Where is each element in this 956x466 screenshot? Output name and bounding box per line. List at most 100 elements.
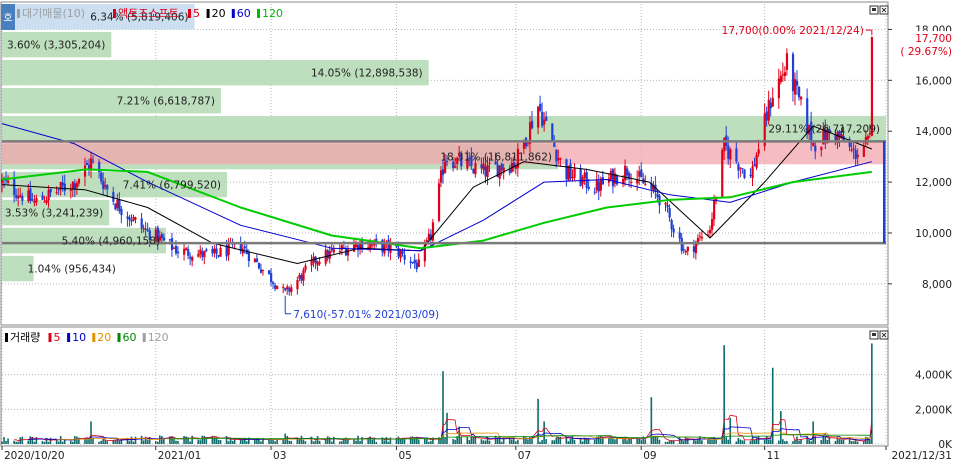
volume-bar [217, 439, 220, 444]
volume-bar [654, 436, 657, 444]
volume-bar [15, 441, 17, 444]
volume-bar [739, 439, 742, 444]
candle-body [120, 208, 123, 216]
volume-bar [769, 439, 772, 444]
volume-bar [118, 440, 121, 444]
volume-bar [784, 441, 786, 444]
candle-body [346, 249, 350, 256]
volume-bar [444, 437, 446, 444]
supply-zone-label: 3.53% (3,241,239) [5, 208, 103, 220]
candle-body [13, 178, 16, 195]
volume-bar [468, 440, 471, 444]
candle-body [316, 261, 319, 266]
candle-body [767, 99, 770, 121]
volume-bar [219, 439, 222, 444]
candle-body [272, 282, 275, 285]
legend-label: 10 [72, 331, 86, 344]
candle-body [545, 116, 548, 121]
candle-body [694, 242, 698, 254]
candle-body [35, 197, 38, 203]
volume-bar [545, 439, 547, 444]
candle-body [593, 191, 596, 193]
volume-bar [417, 439, 420, 444]
volume-bar [729, 418, 732, 444]
volume-bar [19, 437, 22, 444]
candle-body [698, 236, 702, 238]
volume-bar [13, 440, 15, 444]
candle-body [338, 251, 342, 253]
volume-bar [850, 441, 853, 444]
candle-body [417, 259, 420, 267]
volume-bar [272, 439, 274, 444]
volume-bar [727, 439, 730, 444]
volume-bar [260, 441, 262, 444]
volume-bar [326, 436, 329, 444]
candle-body [217, 255, 220, 257]
volume-bar [300, 435, 303, 444]
candle-body [268, 270, 271, 275]
volume-bar [17, 441, 19, 444]
candle-body [411, 261, 414, 263]
volume-bar [616, 438, 618, 444]
candle-body [769, 102, 772, 109]
main-legend-items[interactable]: 대기매물(10) 액토즈소프트 5 20 60 120 [17, 7, 283, 20]
volume-bar [636, 438, 638, 444]
candle-body [854, 150, 857, 159]
volume-bar [312, 441, 315, 444]
candle-body [771, 97, 774, 107]
candle-body [41, 195, 44, 200]
candle-body [437, 183, 441, 221]
volume-bar [7, 438, 9, 444]
volume-bar [35, 436, 38, 444]
volume-bar [581, 441, 584, 444]
legend-label: 60 [123, 331, 137, 344]
volume-bar [134, 436, 137, 444]
volume-bar [668, 440, 671, 444]
candle-body [304, 265, 307, 271]
candle-body [711, 219, 714, 230]
legend-swatch [5, 333, 8, 342]
volume-bar [49, 437, 52, 444]
candle-body [626, 168, 629, 176]
last-price-change: ( 29.67%) [900, 46, 952, 58]
candle-body [779, 75, 783, 82]
candle-body [247, 252, 250, 262]
candle-body [713, 199, 716, 220]
volume-bar [423, 438, 426, 444]
volume-axis: 0K2,000K4,000K [915, 370, 953, 451]
volume-bar [314, 440, 317, 444]
volume-bar [515, 441, 517, 444]
candle-body [253, 258, 257, 263]
candle-body [29, 188, 32, 201]
date-tick-label: 2020/10/20 [4, 450, 65, 462]
candle-body [389, 244, 392, 253]
candle-body [168, 239, 172, 241]
candle-body [553, 142, 556, 148]
legend-swatch [188, 9, 191, 18]
candle-body [723, 137, 726, 152]
legend-swatch [92, 333, 96, 342]
candle-body [144, 228, 147, 230]
volume-bar [593, 439, 596, 444]
price-tick-label: 12,000 [915, 177, 952, 189]
candle-body [559, 158, 562, 160]
volume-bar [142, 440, 145, 444]
volume-bar [199, 440, 202, 444]
volume-bar [725, 437, 727, 444]
legend-swatch [67, 333, 71, 342]
volume-bar [341, 441, 343, 444]
candle-body [737, 164, 740, 171]
volume-bar [29, 436, 32, 444]
candle-body [118, 199, 121, 212]
candle-body [741, 168, 744, 170]
high-annotation: 17,700(0.00% 2021/12/24) [722, 25, 864, 37]
volume-bar [454, 439, 456, 444]
candle-body [672, 228, 675, 233]
volume-bar [466, 437, 469, 444]
candle-body [765, 111, 768, 121]
volume-bar [569, 438, 572, 444]
volume-bar [749, 440, 752, 444]
candle-body [640, 169, 643, 178]
volume-bar [428, 441, 430, 444]
volume-bar [92, 438, 94, 444]
